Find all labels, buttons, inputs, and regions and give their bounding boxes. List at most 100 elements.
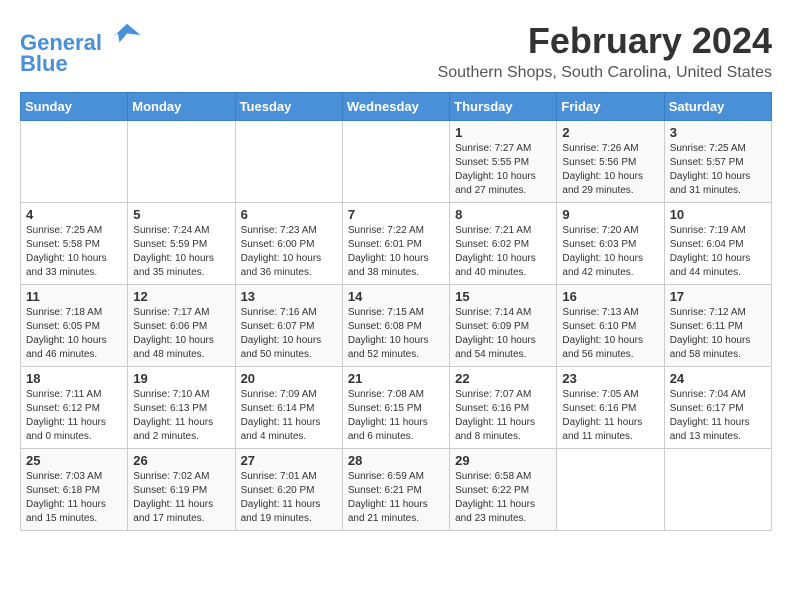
logo-bird-icon [112, 20, 142, 50]
day-number: 4 [26, 207, 122, 222]
day-number: 29 [455, 453, 551, 468]
day-info: Sunrise: 7:15 AM Sunset: 6:08 PM Dayligh… [348, 306, 444, 362]
header-saturday: Saturday [664, 93, 771, 121]
day-number: 16 [562, 289, 658, 304]
logo-blue: Blue [20, 51, 142, 77]
logo: General Blue [20, 20, 142, 77]
header-friday: Friday [557, 93, 664, 121]
day-number: 17 [670, 289, 766, 304]
day-info: Sunrise: 7:18 AM Sunset: 6:05 PM Dayligh… [26, 306, 122, 362]
calendar-cell: 23 Sunrise: 7:05 AM Sunset: 6:16 PM Dayli… [557, 367, 664, 449]
calendar-cell: 24 Sunrise: 7:04 AM Sunset: 6:17 PM Dayli… [664, 367, 771, 449]
day-number: 27 [241, 453, 337, 468]
day-info: Sunrise: 7:02 AM Sunset: 6:19 PM Dayligh… [133, 470, 229, 526]
day-info: Sunrise: 7:01 AM Sunset: 6:20 PM Dayligh… [241, 470, 337, 526]
day-number: 9 [562, 207, 658, 222]
calendar-cell [664, 449, 771, 531]
day-number: 11 [26, 289, 122, 304]
calendar-cell: 28 Sunrise: 6:59 AM Sunset: 6:21 PM Dayli… [342, 449, 449, 531]
calendar-cell [342, 121, 449, 203]
calendar-week-row: 18Sunrise: 7:11 AM Sunset: 6:12 PM Dayli… [21, 367, 772, 449]
day-info: Sunrise: 7:16 AM Sunset: 6:07 PM Dayligh… [241, 306, 337, 362]
day-number: 7 [348, 207, 444, 222]
logo-text: General [20, 20, 142, 55]
day-info: Sunrise: 6:59 AM Sunset: 6:21 PM Dayligh… [348, 470, 444, 526]
calendar-cell: 4 Sunrise: 7:25 AM Sunset: 5:58 PM Daylig… [21, 203, 128, 285]
calendar-cell: 16 Sunrise: 7:13 AM Sunset: 6:10 PM Dayli… [557, 285, 664, 367]
subtitle: Southern Shops, South Carolina, United S… [438, 64, 772, 82]
day-info: Sunrise: 7:07 AM Sunset: 6:16 PM Dayligh… [455, 388, 551, 444]
calendar-cell: 2 Sunrise: 7:26 AM Sunset: 5:56 PM Daylig… [557, 121, 664, 203]
day-info: Sunrise: 7:12 AM Sunset: 6:11 PM Dayligh… [670, 306, 766, 362]
day-info: Sunrise: 7:25 AM Sunset: 5:57 PM Dayligh… [670, 142, 766, 198]
calendar-cell: 22Sunrise: 7:07 AM Sunset: 6:16 PM Dayli… [450, 367, 557, 449]
calendar-cell: 11 Sunrise: 7:18 AM Sunset: 6:05 PM Dayli… [21, 285, 128, 367]
calendar-cell: 13 Sunrise: 7:16 AM Sunset: 6:07 PM Dayli… [235, 285, 342, 367]
calendar-cell: 8 Sunrise: 7:21 AM Sunset: 6:02 PM Daylig… [450, 203, 557, 285]
day-number: 12 [133, 289, 229, 304]
day-number: 14 [348, 289, 444, 304]
calendar-cell: 20 Sunrise: 7:09 AM Sunset: 6:14 PM Dayli… [235, 367, 342, 449]
day-number: 13 [241, 289, 337, 304]
calendar-table: SundayMondayTuesdayWednesdayThursdayFrid… [20, 92, 772, 531]
calendar-cell [21, 121, 128, 203]
day-number: 3 [670, 125, 766, 140]
day-info: Sunrise: 7:08 AM Sunset: 6:15 PM Dayligh… [348, 388, 444, 444]
calendar-cell: 19Sunrise: 7:10 AM Sunset: 6:13 PM Dayli… [128, 367, 235, 449]
day-number: 20 [241, 371, 337, 386]
day-info: Sunrise: 7:09 AM Sunset: 6:14 PM Dayligh… [241, 388, 337, 444]
calendar-week-row: 1Sunrise: 7:27 AM Sunset: 5:55 PM Daylig… [21, 121, 772, 203]
day-number: 8 [455, 207, 551, 222]
header-sunday: Sunday [21, 93, 128, 121]
calendar-cell: 9 Sunrise: 7:20 AM Sunset: 6:03 PM Daylig… [557, 203, 664, 285]
day-number: 28 [348, 453, 444, 468]
day-info: Sunrise: 7:14 AM Sunset: 6:09 PM Dayligh… [455, 306, 551, 362]
day-info: Sunrise: 7:23 AM Sunset: 6:00 PM Dayligh… [241, 224, 337, 280]
day-number: 25 [26, 453, 122, 468]
calendar-cell: 7Sunrise: 7:22 AM Sunset: 6:01 PM Daylig… [342, 203, 449, 285]
calendar-cell: 26 Sunrise: 7:02 AM Sunset: 6:19 PM Dayli… [128, 449, 235, 531]
day-info: Sunrise: 7:21 AM Sunset: 6:02 PM Dayligh… [455, 224, 551, 280]
calendar-week-row: 11 Sunrise: 7:18 AM Sunset: 6:05 PM Dayli… [21, 285, 772, 367]
calendar-cell: 17 Sunrise: 7:12 AM Sunset: 6:11 PM Dayli… [664, 285, 771, 367]
day-info: Sunrise: 7:03 AM Sunset: 6:18 PM Dayligh… [26, 470, 122, 526]
calendar-cell: 29 Sunrise: 6:58 AM Sunset: 6:22 PM Dayli… [450, 449, 557, 531]
calendar-header-row: SundayMondayTuesdayWednesdayThursdayFrid… [21, 93, 772, 121]
calendar-cell [557, 449, 664, 531]
day-info: Sunrise: 6:58 AM Sunset: 6:22 PM Dayligh… [455, 470, 551, 526]
calendar-cell: 21 Sunrise: 7:08 AM Sunset: 6:15 PM Dayli… [342, 367, 449, 449]
day-info: Sunrise: 7:04 AM Sunset: 6:17 PM Dayligh… [670, 388, 766, 444]
day-number: 6 [241, 207, 337, 222]
day-number: 19 [133, 371, 229, 386]
calendar-week-row: 25 Sunrise: 7:03 AM Sunset: 6:18 PM Dayli… [21, 449, 772, 531]
day-number: 23 [562, 371, 658, 386]
day-info: Sunrise: 7:20 AM Sunset: 6:03 PM Dayligh… [562, 224, 658, 280]
calendar-cell: 18Sunrise: 7:11 AM Sunset: 6:12 PM Dayli… [21, 367, 128, 449]
calendar-cell: 3 Sunrise: 7:25 AM Sunset: 5:57 PM Daylig… [664, 121, 771, 203]
day-number: 26 [133, 453, 229, 468]
day-number: 2 [562, 125, 658, 140]
calendar-cell: 12Sunrise: 7:17 AM Sunset: 6:06 PM Dayli… [128, 285, 235, 367]
day-number: 1 [455, 125, 551, 140]
day-info: Sunrise: 7:13 AM Sunset: 6:10 PM Dayligh… [562, 306, 658, 362]
day-number: 15 [455, 289, 551, 304]
calendar-cell: 1Sunrise: 7:27 AM Sunset: 5:55 PM Daylig… [450, 121, 557, 203]
header-monday: Monday [128, 93, 235, 121]
day-info: Sunrise: 7:25 AM Sunset: 5:58 PM Dayligh… [26, 224, 122, 280]
day-number: 21 [348, 371, 444, 386]
main-title: February 2024 [438, 20, 772, 62]
day-info: Sunrise: 7:11 AM Sunset: 6:12 PM Dayligh… [26, 388, 122, 444]
calendar-week-row: 4 Sunrise: 7:25 AM Sunset: 5:58 PM Daylig… [21, 203, 772, 285]
day-info: Sunrise: 7:05 AM Sunset: 6:16 PM Dayligh… [562, 388, 658, 444]
day-number: 10 [670, 207, 766, 222]
calendar-cell: 5Sunrise: 7:24 AM Sunset: 5:59 PM Daylig… [128, 203, 235, 285]
calendar-cell: 10Sunrise: 7:19 AM Sunset: 6:04 PM Dayli… [664, 203, 771, 285]
calendar-cell: 6 Sunrise: 7:23 AM Sunset: 6:00 PM Daylig… [235, 203, 342, 285]
calendar-cell: 15 Sunrise: 7:14 AM Sunset: 6:09 PM Dayli… [450, 285, 557, 367]
day-number: 24 [670, 371, 766, 386]
header-thursday: Thursday [450, 93, 557, 121]
day-info: Sunrise: 7:24 AM Sunset: 5:59 PM Dayligh… [133, 224, 229, 280]
header-wednesday: Wednesday [342, 93, 449, 121]
calendar-cell [235, 121, 342, 203]
day-info: Sunrise: 7:26 AM Sunset: 5:56 PM Dayligh… [562, 142, 658, 198]
